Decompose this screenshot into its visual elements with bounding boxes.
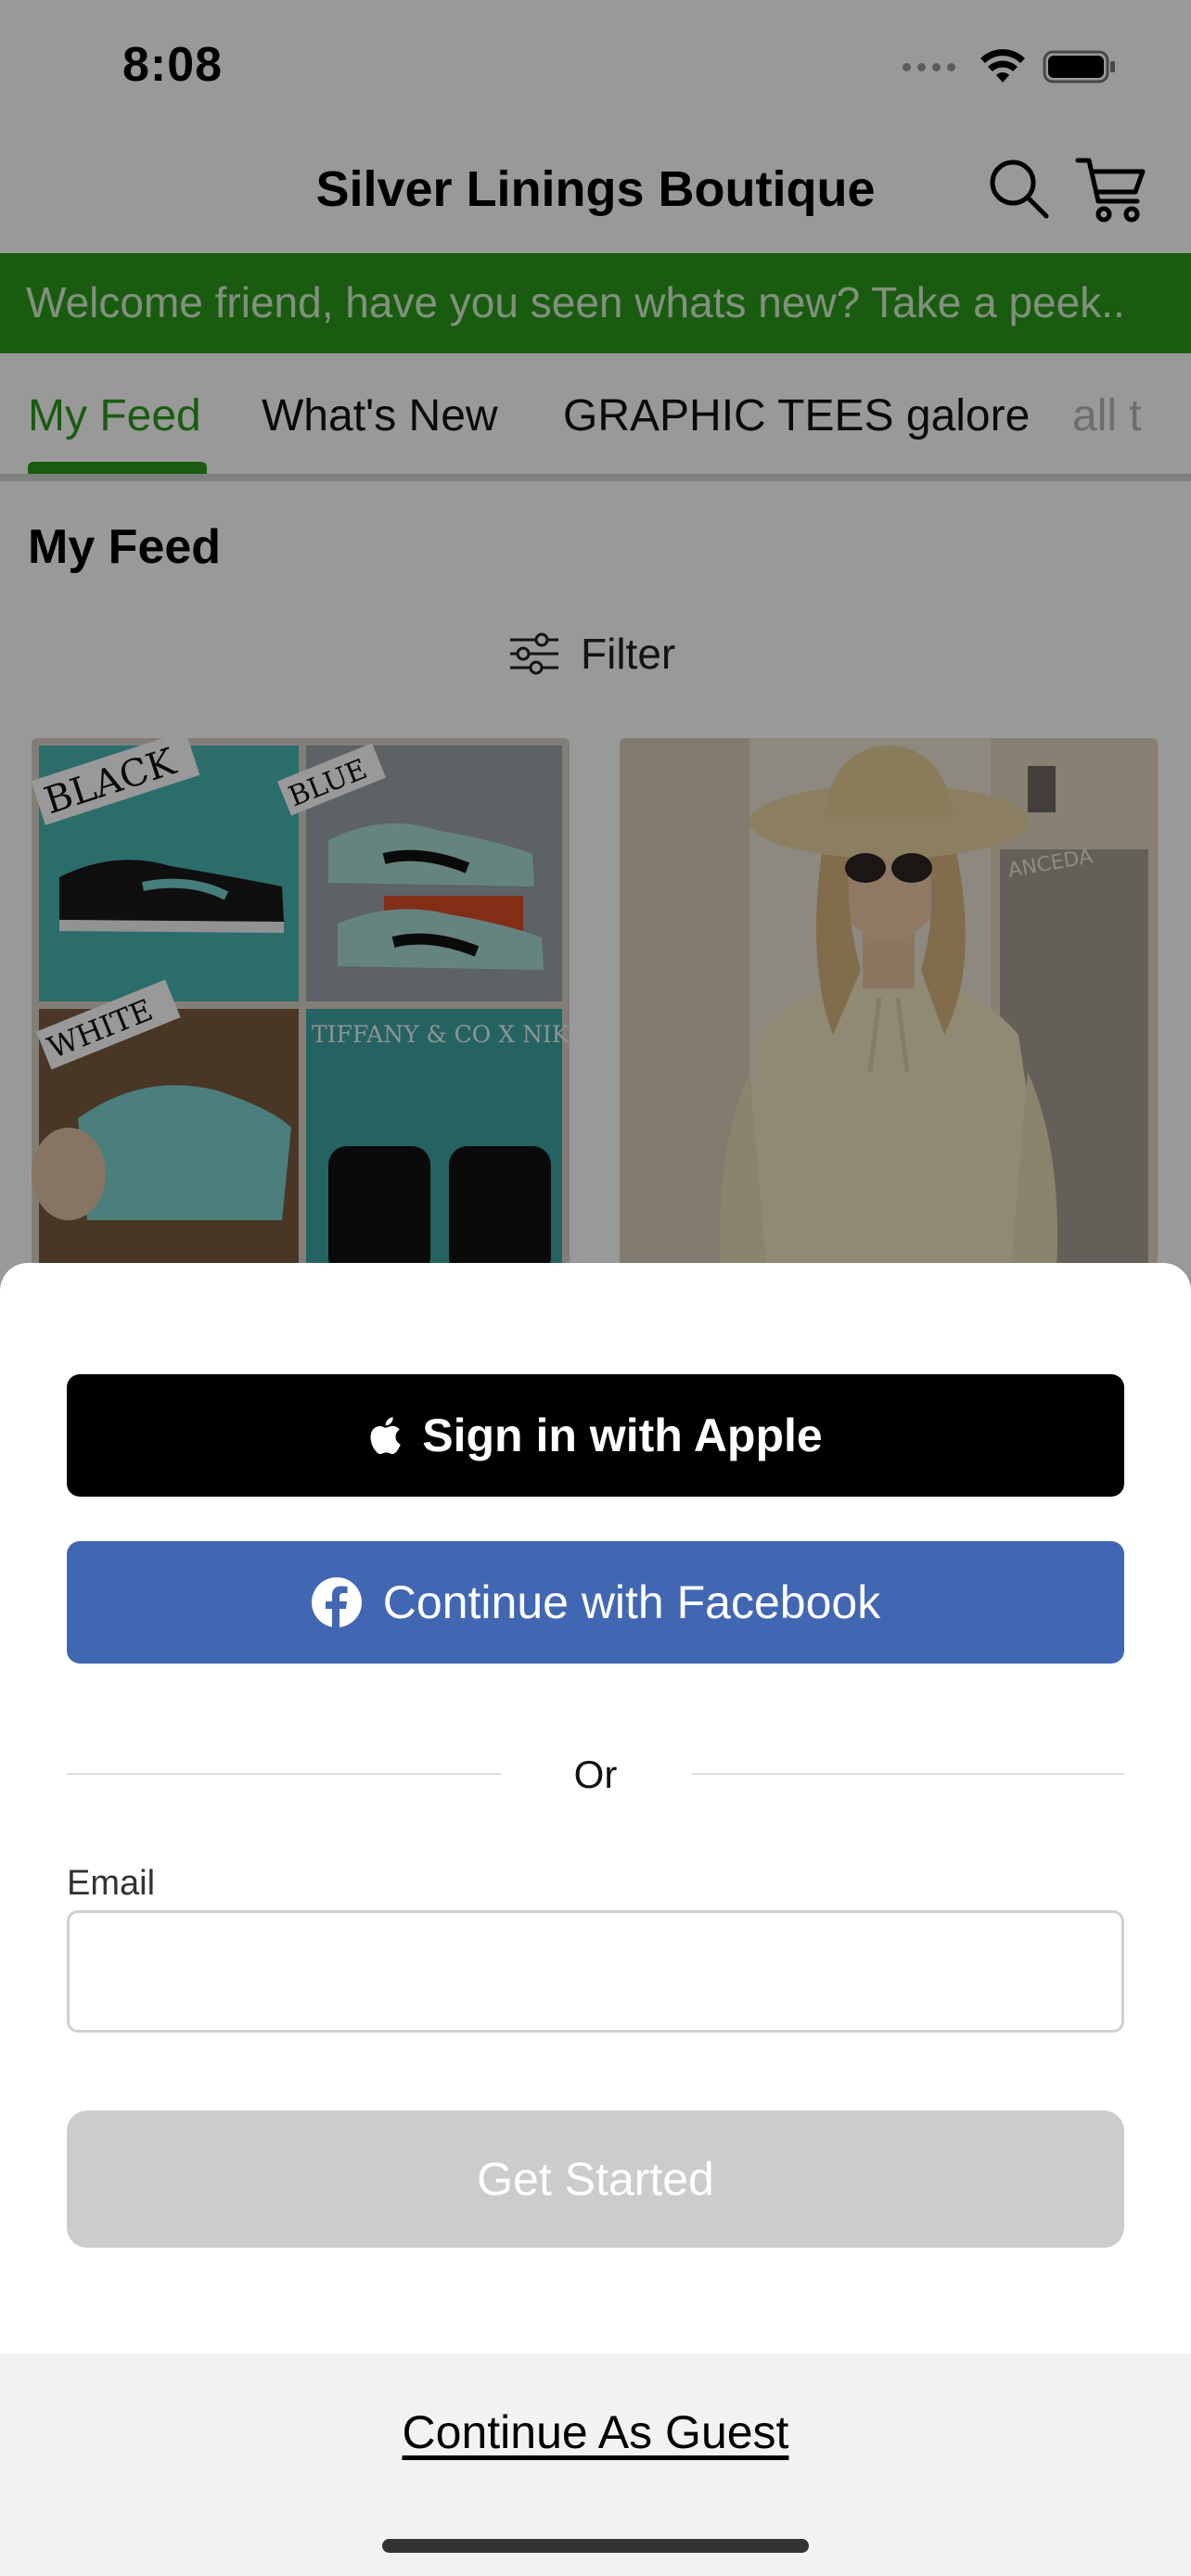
email-label: Email <box>67 1864 156 1903</box>
get-started-label: Get Started <box>477 2153 714 2205</box>
facebook-button-label: Continue with Facebook <box>382 1576 881 1628</box>
continue-as-guest-link[interactable]: Continue As Guest <box>0 2405 1191 2459</box>
facebook-icon <box>311 1577 362 1628</box>
sign-in-sheet: Sign in with Apple Continue with Faceboo… <box>0 1263 1191 2576</box>
apple-icon <box>370 1417 401 1455</box>
divider-line-right <box>692 1773 1124 1775</box>
or-divider: Or <box>67 1745 1124 1801</box>
get-started-button[interactable]: Get Started <box>67 2111 1124 2248</box>
apple-button-label: Sign in with Apple <box>422 1409 823 1461</box>
or-divider-text: Or <box>573 1753 618 1796</box>
home-indicator[interactable] <box>382 2539 809 2553</box>
sign-in-with-apple-button[interactable]: Sign in with Apple <box>67 1374 1124 1497</box>
email-field[interactable] <box>67 1910 1124 2033</box>
continue-with-facebook-button[interactable]: Continue with Facebook <box>67 1541 1124 1664</box>
